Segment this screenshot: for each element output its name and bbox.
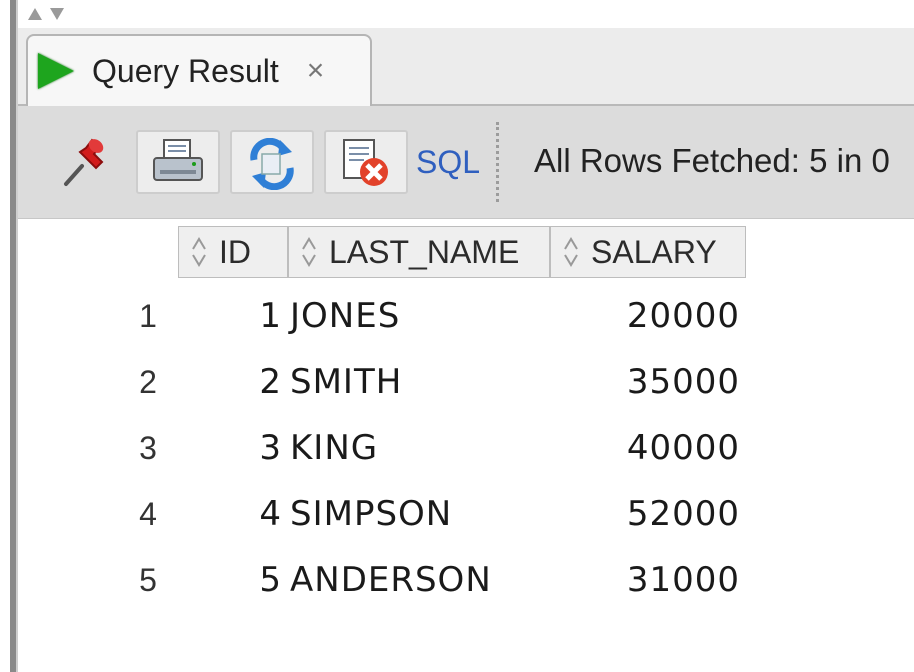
column-header-last-name[interactable]: LAST_NAME xyxy=(288,226,550,278)
run-play-icon xyxy=(38,53,74,89)
panel-scroll-arrows[interactable] xyxy=(28,4,64,26)
cell-salary[interactable]: 20000 xyxy=(558,296,740,336)
refresh-icon xyxy=(250,138,294,190)
scroll-up-icon[interactable] xyxy=(28,8,42,20)
cell-id[interactable]: 2 xyxy=(178,362,282,402)
fetch-status: All Rows Fetched: 5 in 0 xyxy=(534,142,890,179)
sql-link[interactable]: SQL xyxy=(416,144,480,181)
close-icon[interactable]: × xyxy=(307,54,325,88)
table-row[interactable]: 4 4 SIMPSON 52000 xyxy=(18,484,818,550)
toolbar-separator xyxy=(496,122,499,202)
print-button[interactable] xyxy=(136,130,220,194)
tab-strip: Query Result × xyxy=(18,28,914,106)
row-number: 2 xyxy=(139,364,157,400)
window-left-border xyxy=(10,0,18,672)
sort-icon[interactable] xyxy=(299,235,319,269)
scroll-down-icon[interactable] xyxy=(50,8,64,20)
row-number: 3 xyxy=(139,430,157,466)
column-header-salary[interactable]: SALARY xyxy=(550,226,746,278)
result-grid: ID LAST_NAME SALARY 1 1 JONES 20000 2 2 … xyxy=(18,220,914,672)
row-number: 5 xyxy=(139,562,157,598)
cell-last-name[interactable]: KING xyxy=(290,428,378,468)
cell-last-name[interactable]: JONES xyxy=(290,296,400,336)
cell-id[interactable]: 1 xyxy=(178,296,282,336)
refresh-button[interactable] xyxy=(230,130,314,194)
column-header-label: ID xyxy=(219,233,251,270)
tab-query-result[interactable]: Query Result × xyxy=(26,34,372,106)
table-row[interactable]: 1 1 JONES 20000 xyxy=(18,286,818,352)
cell-salary[interactable]: 31000 xyxy=(558,560,740,600)
column-header-id[interactable]: ID xyxy=(178,226,288,278)
table-row[interactable]: 5 5 ANDERSON 31000 xyxy=(18,550,818,616)
sort-icon[interactable] xyxy=(561,235,581,269)
table-row[interactable]: 2 2 SMITH 35000 xyxy=(18,352,818,418)
table-row[interactable]: 3 3 KING 40000 xyxy=(18,418,818,484)
cell-salary[interactable]: 40000 xyxy=(558,428,740,468)
column-header-label: SALARY xyxy=(591,233,717,270)
cancel-query-button[interactable] xyxy=(324,130,408,194)
column-header-label: LAST_NAME xyxy=(329,233,520,270)
row-number: 1 xyxy=(139,298,157,334)
pin-icon[interactable] xyxy=(58,134,114,190)
cell-last-name[interactable]: SIMPSON xyxy=(290,494,452,534)
cell-salary[interactable]: 35000 xyxy=(558,362,740,402)
tab-label: Query Result xyxy=(92,52,279,89)
row-number: 4 xyxy=(139,496,157,532)
cell-id[interactable]: 5 xyxy=(178,560,282,600)
sort-icon[interactable] xyxy=(189,235,209,269)
print-icon xyxy=(153,139,203,181)
cell-id[interactable]: 3 xyxy=(178,428,282,468)
result-toolbar: SQL All Rows Fetched: 5 in 0 xyxy=(18,106,914,219)
cell-last-name[interactable]: SMITH xyxy=(290,362,402,402)
cell-id[interactable]: 4 xyxy=(178,494,282,534)
cell-salary[interactable]: 52000 xyxy=(558,494,740,534)
cancel-query-icon xyxy=(343,139,388,186)
cell-last-name[interactable]: ANDERSON xyxy=(290,560,492,600)
